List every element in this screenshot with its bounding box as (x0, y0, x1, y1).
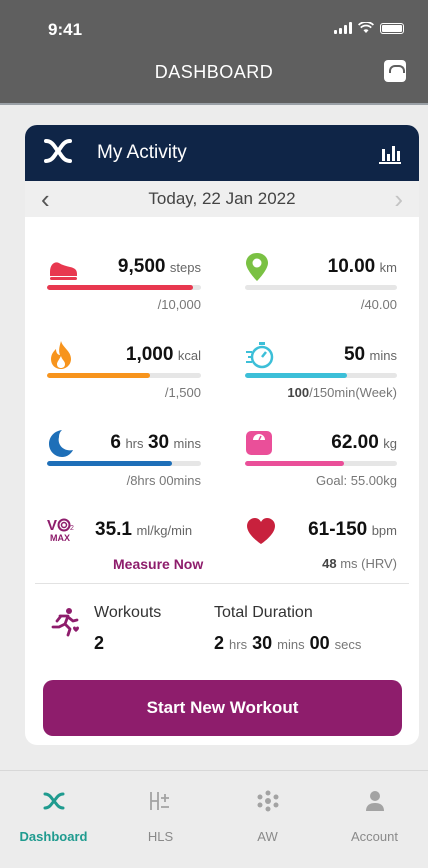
status-icons (334, 22, 404, 34)
sleep-mins-unit: mins (173, 436, 201, 451)
vo2max-unit: ml/kg/min (136, 523, 193, 538)
measure-now-link[interactable]: Measure Now (113, 556, 203, 572)
calories-progress-bar (47, 373, 201, 378)
nav-aw[interactable]: AW (214, 771, 321, 868)
divider (35, 583, 409, 584)
distance-progress-bar (245, 285, 397, 290)
nav-account[interactable]: Account (321, 771, 428, 868)
weight-progress-bar (245, 461, 397, 466)
active-minutes-unit: mins (369, 348, 397, 363)
nav-account-label: Account (351, 829, 398, 844)
bar-chart-icon[interactable] (379, 142, 401, 164)
distance-goal: /40.00 (360, 297, 397, 312)
calories-unit: kcal (177, 348, 201, 363)
nav-aw-label: AW (257, 829, 278, 844)
active-minutes-target: /150min(Week) (309, 385, 397, 400)
weight-metric[interactable]: 62.00 kg Goal: 55.00kg (245, 428, 397, 488)
steps-value: 9,500 (117, 256, 166, 277)
vo2max-value: 35.1 (95, 519, 132, 540)
moon-icon (47, 428, 77, 458)
weight-unit: kg (383, 436, 397, 451)
sleep-goal: /8hrs 00mins (126, 473, 201, 488)
battery-icon (380, 22, 404, 34)
card-title: My Activity (97, 142, 187, 163)
hls-icon (149, 787, 173, 815)
aw-icon (256, 787, 280, 815)
shoe-icon (47, 252, 77, 282)
vo2max-icon: V 2 MAX (47, 515, 77, 545)
activity-card: My Activity ‹ Today, 22 Jan 2022 › 9,500… (25, 125, 419, 745)
duration-mins: 30 (252, 633, 273, 653)
distance-unit: km (379, 260, 397, 275)
scale-icon[interactable] (384, 60, 406, 82)
stopwatch-icon (245, 340, 275, 370)
duration-hours: 2 (214, 633, 225, 653)
wifi-icon (358, 22, 374, 33)
sleep-progress-bar (47, 461, 201, 466)
weight-goal: Goal: 55.00kg (316, 473, 397, 488)
status-time: 9:41 (48, 20, 83, 39)
previous-day-button[interactable]: ‹ (41, 186, 50, 212)
svg-text:2: 2 (70, 525, 74, 532)
bottom-nav: Dashboard HLS AW Account (0, 770, 428, 868)
calories-metric[interactable]: 1,000 kcal /1,500 (47, 340, 201, 400)
heart-rate-metric[interactable]: 61-150 bpm 48 ms (HRV) (245, 515, 397, 579)
hrv-value: 48 ms (HRV) (322, 556, 397, 571)
date-navigator: ‹ Today, 22 Jan 2022 › (25, 181, 419, 217)
workouts-count: 2 (94, 633, 105, 653)
weight-value: 62.00 (331, 432, 379, 453)
page-title: DASHBOARD (154, 62, 274, 82)
heart-rate-unit: bpm (371, 523, 397, 538)
distance-metric[interactable]: 10.00 km /40.00 (245, 252, 397, 312)
nav-dashboard[interactable]: Dashboard (0, 771, 107, 868)
active-minutes-value: 50 (343, 344, 366, 365)
workouts-label: Workouts (94, 604, 162, 621)
heart-icon (245, 515, 275, 545)
steps-unit: steps (169, 260, 201, 275)
active-minutes-done: 100 (287, 385, 310, 400)
sleep-hours: 6 (110, 432, 121, 453)
hrv-unit: ms (HRV) (340, 556, 397, 571)
start-new-workout-button[interactable]: Start New Workout (43, 680, 402, 736)
sleep-mins: 30 (147, 432, 170, 453)
distance-value: 10.00 (327, 256, 376, 277)
flame-icon (47, 340, 77, 370)
steps-goal: /10,000 (157, 297, 201, 312)
duration-mins-unit: mins (277, 637, 305, 652)
top-bar: 9:41 DASHBOARD (0, 0, 428, 105)
calories-value: 1,000 (125, 344, 174, 365)
active-minutes-goal: 100/150min(Week) (287, 385, 397, 400)
next-day-button[interactable]: › (394, 186, 403, 212)
current-date: Today, 22 Jan 2022 (148, 189, 296, 208)
signal-icon (334, 22, 352, 34)
location-pin-icon (245, 252, 275, 282)
sleep-metric[interactable]: 6 hrs 30 mins /8hrs 00mins (47, 428, 201, 488)
active-minutes-progress-bar (245, 373, 397, 378)
person-icon (365, 787, 385, 815)
x-logo-icon (43, 787, 65, 815)
card-header: My Activity (25, 125, 419, 181)
calories-goal: /1,500 (164, 385, 201, 400)
nav-hls[interactable]: HLS (107, 771, 214, 868)
workout-runner-icon (50, 607, 80, 642)
nav-hls-label: HLS (147, 829, 174, 844)
active-minutes-metric[interactable]: 50 mins 100/150min(Week) (245, 340, 397, 400)
duration-secs-unit: secs (334, 637, 362, 652)
weight-scale-icon (245, 428, 275, 458)
vo2max-metric[interactable]: V 2 MAX 35.1 ml/kg/min (47, 515, 207, 555)
steps-metric[interactable]: 9,500 steps /10,000 (47, 252, 201, 312)
nav-dashboard-label: Dashboard (19, 829, 88, 844)
steps-progress-bar (47, 285, 201, 290)
total-duration-label: Total Duration (214, 604, 313, 621)
duration-hours-unit: hrs (229, 637, 248, 652)
svg-text:V: V (47, 517, 57, 534)
sleep-hours-unit: hrs (125, 436, 144, 451)
heart-rate-value: 61-150 (308, 519, 368, 540)
x-logo-icon (43, 137, 79, 169)
total-duration-value: 2 hrs 30 mins 00 secs (214, 633, 361, 654)
svg-text:MAX: MAX (50, 533, 70, 543)
duration-secs: 00 (309, 633, 330, 653)
hrv-number: 48 (322, 556, 337, 571)
